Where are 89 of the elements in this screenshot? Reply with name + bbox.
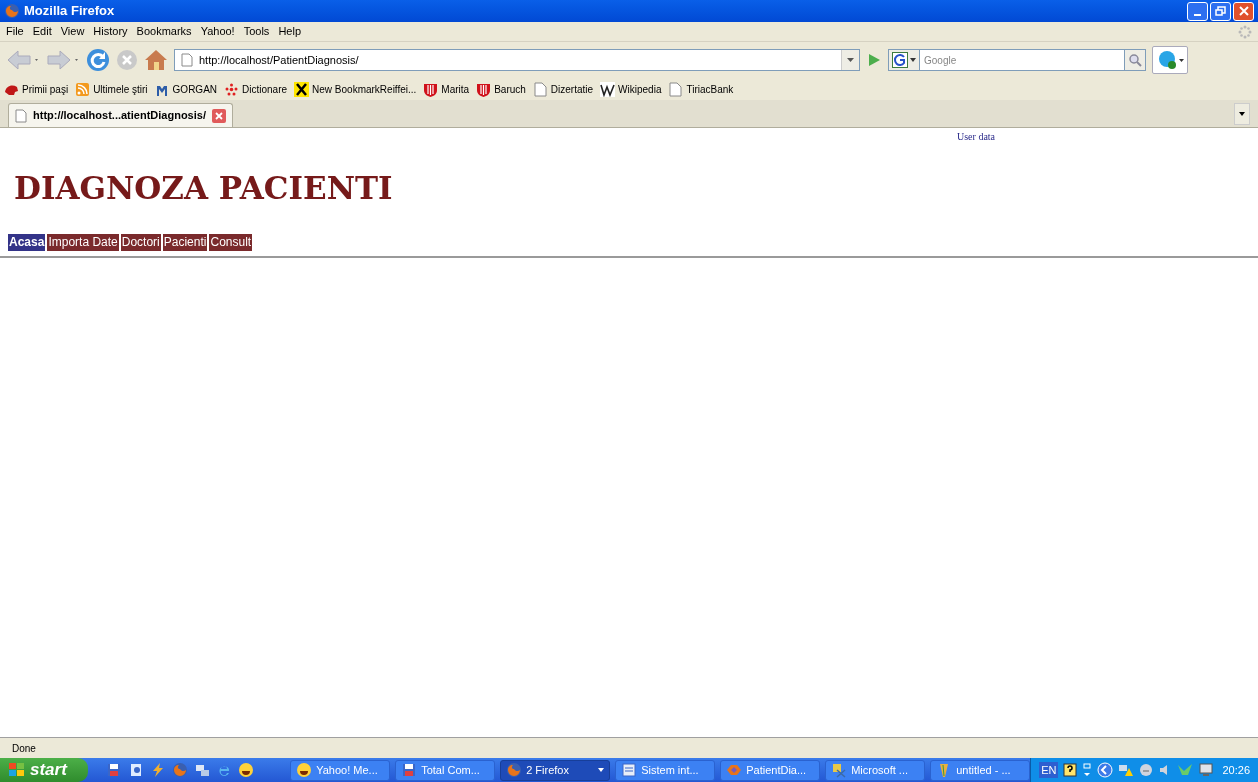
fox-globe-icon <box>4 3 20 19</box>
throbber-icon <box>1238 24 1252 39</box>
caret-icon <box>598 768 605 772</box>
nav-link[interactable]: Doctori <box>120 234 161 251</box>
neutral-face-icon[interactable] <box>1139 763 1154 777</box>
feed-icon <box>75 81 91 97</box>
page-heading: DIAGNOZA PACIENTI <box>14 169 393 208</box>
page-icon <box>532 81 548 97</box>
menu-item[interactable]: History <box>93 23 128 40</box>
colorful-diamond-icon <box>726 762 743 778</box>
bookmark-link[interactable]: Dictionare <box>242 81 288 97</box>
bookmark-link[interactable]: GORGAN <box>172 81 218 97</box>
menu-item[interactable]: Yahoo! <box>200 23 235 40</box>
taskbar-button[interactable]: Total Com... <box>395 759 496 781</box>
menu-item[interactable]: Bookmarks <box>136 23 192 40</box>
bookmark-link[interactable]: Marita <box>441 81 470 97</box>
caret-icon <box>1239 112 1245 116</box>
fox-globe-icon <box>506 762 523 778</box>
close-tab-button[interactable] <box>211 108 226 123</box>
caret-icon <box>910 58 916 62</box>
search-field[interactable]: Google <box>920 49 1124 71</box>
menu-item[interactable]: View <box>60 23 85 40</box>
page-icon <box>181 53 193 67</box>
restore-icon <box>1215 6 1226 16</box>
smiley-icon <box>296 762 313 778</box>
tab-list-button[interactable] <box>1234 103 1250 125</box>
floppy-icon <box>401 762 418 778</box>
chevron-left-icon[interactable] <box>1097 762 1114 778</box>
document-icon <box>621 762 638 778</box>
restore-button[interactable] <box>1210 1 1231 21</box>
windows-logo-icon <box>8 762 26 778</box>
browser-tab[interactable]: http://localhost...atientDiagnosis/ <box>8 103 233 127</box>
dots-cluster-icon <box>224 81 240 97</box>
language-indicator[interactable]: EN <box>1039 761 1059 779</box>
nav-link[interactable]: Pacienti <box>162 234 208 251</box>
page-icon <box>15 108 27 123</box>
computers-icon[interactable] <box>194 762 211 778</box>
minimize-button[interactable] <box>1187 1 1208 21</box>
clock: 20:26 <box>1222 762 1250 778</box>
x-mark-icon <box>294 81 310 97</box>
window-title: Mozilla Firefox <box>24 2 115 21</box>
shield-icon <box>423 81 439 97</box>
monitor-icon[interactable] <box>1198 763 1215 777</box>
taskbar-button[interactable]: 2 Firefox <box>500 759 611 781</box>
fox-globe-icon[interactable] <box>172 762 189 778</box>
bookmark-link[interactable]: TiriacBank <box>686 81 734 97</box>
help-icon[interactable] <box>1063 763 1078 777</box>
taskbar-button[interactable]: Microsoft ... <box>825 759 926 781</box>
menu-item[interactable]: Help <box>278 23 301 40</box>
nav-link[interactable]: Acasa <box>8 234 46 251</box>
floppy-icon[interactable] <box>106 762 123 778</box>
bookmark-link[interactable]: New BookmarkReiffei... <box>312 81 417 97</box>
search-icon <box>1128 53 1142 67</box>
nav-link[interactable]: Consult <box>209 234 253 251</box>
bookmark-link[interactable]: Dizertatie <box>550 81 594 97</box>
status-text: Done <box>12 741 36 756</box>
shield-icon <box>476 81 492 97</box>
bookmark-link[interactable]: Ultimele ştiri <box>93 81 148 97</box>
taskbar-button[interactable]: untitled - ... <box>930 759 1031 781</box>
phone-badge-icon <box>1156 50 1177 70</box>
search-engine-button[interactable] <box>888 49 920 71</box>
taskbar-button[interactable]: Yahoo! Me... <box>290 759 391 781</box>
page-icon <box>668 81 684 97</box>
close-button[interactable] <box>1233 1 1254 21</box>
menu-item[interactable]: Tools <box>243 23 270 40</box>
network-warning-icon[interactable] <box>1118 762 1135 778</box>
phone-button[interactable] <box>1152 46 1188 74</box>
taskbar-button[interactable]: Sistem int... <box>615 759 716 781</box>
home-button[interactable] <box>144 49 168 71</box>
go-button[interactable] <box>866 52 882 68</box>
reload-button[interactable] <box>86 48 110 72</box>
menu-item[interactable]: Edit <box>32 23 52 40</box>
search-button[interactable] <box>1124 49 1146 71</box>
smiley-icon[interactable] <box>238 762 255 778</box>
caret-icon <box>1178 58 1184 62</box>
w-letter-icon <box>600 81 616 97</box>
bookmark-link[interactable]: Wikipedia <box>618 81 662 97</box>
bookmark-link[interactable]: Baruch <box>494 81 526 97</box>
caret-icon <box>847 58 854 62</box>
g-logo-icon <box>892 52 908 68</box>
address-text: http://localhost/PatientDiagnosis/ <box>199 52 360 68</box>
close-icon <box>1238 6 1249 16</box>
nav-link[interactable]: Importa Date <box>47 234 119 251</box>
user-data-link[interactable]: User data <box>957 129 996 144</box>
dropdown-button[interactable] <box>841 50 859 70</box>
menu-item[interactable]: File <box>6 23 24 40</box>
address-field[interactable]: http://localhost/PatientDiagnosis/ <box>174 49 860 71</box>
bookmark-link[interactable]: Primii paşi <box>22 81 69 97</box>
taskbar-button[interactable]: PatientDia... <box>720 759 821 781</box>
